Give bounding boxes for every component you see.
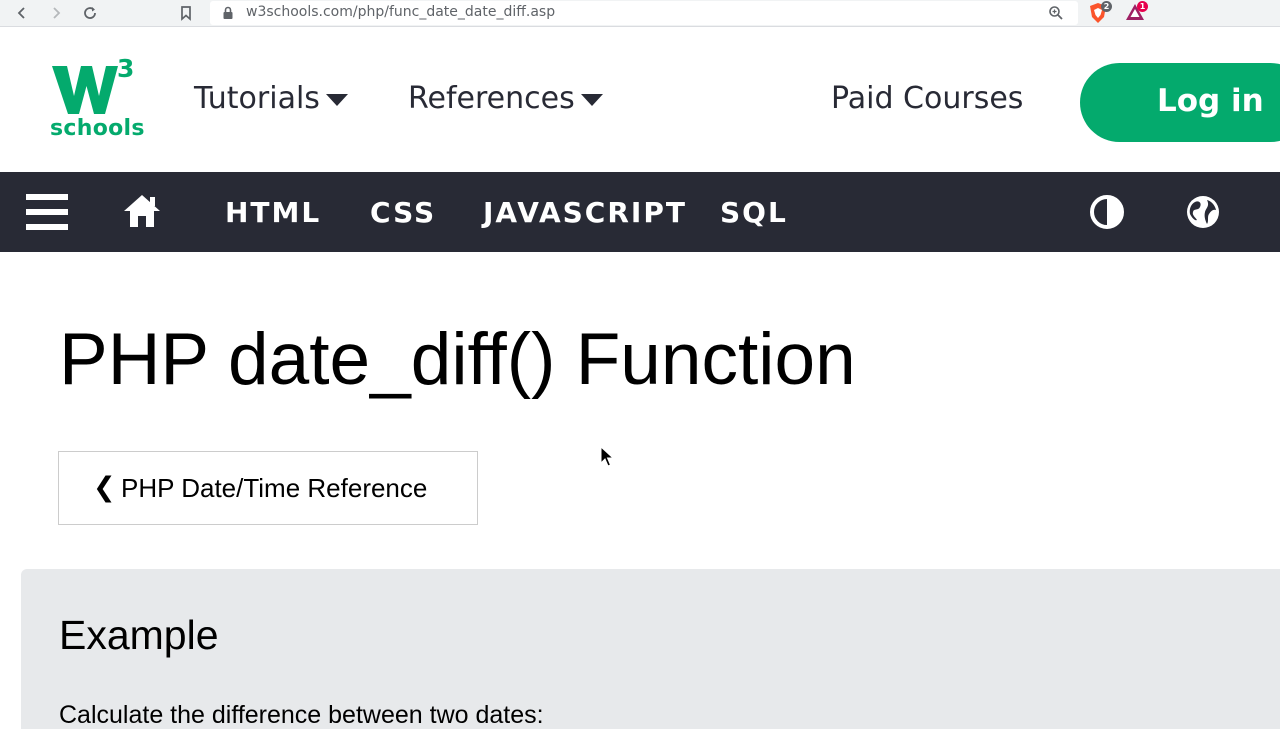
globe-icon[interactable] xyxy=(1185,194,1221,235)
logo-word: schools xyxy=(50,116,145,141)
lock-icon xyxy=(222,6,234,25)
tutorials-menu[interactable]: Tutorials xyxy=(194,81,348,116)
dark-mode-toggle-icon[interactable] xyxy=(1089,194,1125,235)
nav-sql[interactable]: SQL xyxy=(720,196,788,229)
back-label: PHP Date/Time Reference xyxy=(121,473,428,503)
hamburger-menu-icon[interactable] xyxy=(26,194,68,235)
zoom-icon[interactable] xyxy=(1048,5,1064,26)
home-icon[interactable] xyxy=(123,194,161,233)
address-bar[interactable]: w3schools.com/php/func_date_date_diff.as… xyxy=(210,1,1078,25)
tutorials-label: Tutorials xyxy=(194,81,320,116)
caret-down-icon xyxy=(580,93,603,106)
reload-icon[interactable] xyxy=(80,4,100,22)
browser-toolbar: w3schools.com/php/func_date_date_diff.as… xyxy=(0,0,1280,27)
login-label: Log in xyxy=(1157,83,1264,119)
login-button[interactable]: Log in xyxy=(1080,63,1280,142)
references-menu[interactable]: References xyxy=(408,81,603,116)
site-header: 3 schools Tutorials References Paid Cour… xyxy=(0,34,1280,172)
example-box: Example Calculate the difference between… xyxy=(21,569,1280,729)
w3schools-logo[interactable]: 3 schools xyxy=(50,54,144,144)
nav-html[interactable]: HTML xyxy=(225,196,321,229)
brave-rewards-icon[interactable]: 1 xyxy=(1124,1,1148,24)
w-mark-icon xyxy=(52,66,118,114)
chevron-left-icon: ❮ xyxy=(93,472,116,503)
example-heading: Example xyxy=(59,612,219,658)
nav-css[interactable]: CSS xyxy=(370,196,436,229)
rewards-badge: 1 xyxy=(1137,1,1148,12)
caret-down-icon xyxy=(325,93,348,106)
shield-badge: 2 xyxy=(1101,1,1112,12)
references-label: References xyxy=(408,81,575,116)
back-to-reference-button[interactable]: ❮ PHP Date/Time Reference xyxy=(58,451,478,525)
back-icon[interactable] xyxy=(12,4,32,22)
paid-courses-link[interactable]: Paid Courses xyxy=(831,81,1023,116)
brave-shield-icon[interactable]: 2 xyxy=(1088,1,1112,24)
mouse-cursor-icon xyxy=(600,445,615,473)
bookmark-icon[interactable] xyxy=(176,4,196,22)
example-description: Calculate the difference between two dat… xyxy=(59,701,544,729)
paid-courses-label: Paid Courses xyxy=(831,81,1024,116)
nav-javascript[interactable]: JAVASCRIPT xyxy=(483,196,687,229)
logo-superscript: 3 xyxy=(117,54,135,83)
url-text: w3schools.com/php/func_date_date_diff.as… xyxy=(246,4,556,20)
topnav: HTML CSS JAVASCRIPT SQL xyxy=(0,172,1280,252)
forward-icon[interactable] xyxy=(46,4,66,22)
page-title: PHP date_diff() Function xyxy=(59,319,856,400)
